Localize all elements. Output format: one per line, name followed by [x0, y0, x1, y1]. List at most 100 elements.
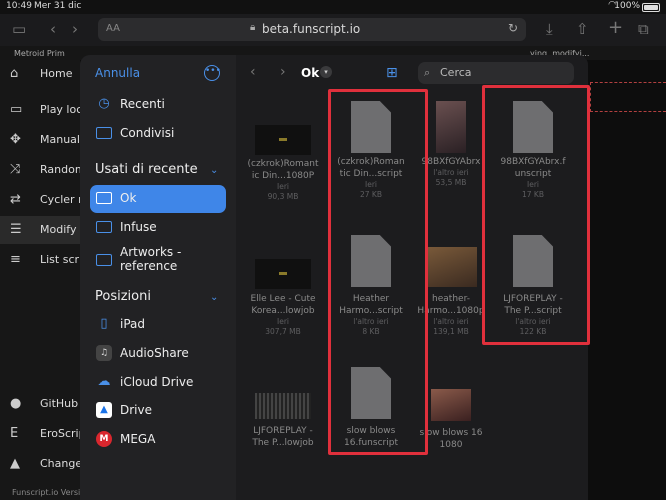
file-tile[interactable]: slow blows 16 1080 [406, 389, 496, 451]
video-thumbnail [425, 247, 477, 287]
file-tile[interactable]: slow blows 16.funscript [326, 367, 416, 449]
sidebar-toggle-icon[interactable]: ▭ [12, 20, 26, 38]
file-picker-sheet: Annulla ••• ◷ Recenti Condivisi Usati di… [80, 55, 588, 500]
new-tab-icon[interactable]: + [608, 17, 623, 38]
document-icon [351, 367, 391, 419]
ipad-icon: ▯ [100, 316, 108, 331]
list-icon: ≡ [10, 252, 21, 267]
reload-icon[interactable]: ↻ [508, 21, 518, 35]
file-tile[interactable]: LJFOREPLAY - The P...lowjob [238, 393, 328, 449]
back-icon[interactable]: ‹ [50, 20, 56, 38]
file-tile[interactable]: (czkrok)Roman tic Din...script Ieri 27 K… [326, 101, 416, 200]
google-drive-icon: ▲ [96, 402, 112, 418]
picker-sidebar: Annulla ••• ◷ Recenti Condivisi Usati di… [80, 55, 236, 500]
back-icon[interactable]: ‹ [250, 64, 256, 80]
tab-overview-icon[interactable]: ⧉ [638, 20, 649, 38]
status-time: 10:49 [6, 1, 32, 11]
tab-metroid[interactable]: Metroid Prim [14, 49, 65, 58]
nav-item-github[interactable]: ● GitHub r [0, 390, 86, 418]
repeat-icon: ⇄ [10, 192, 21, 207]
search-field[interactable]: ⌕ Cerca [418, 62, 574, 84]
file-tile[interactable]: LJFOREPLAY - The P...script l'altro ieri… [488, 235, 578, 337]
folder-title: Ok [301, 66, 320, 80]
share-icon[interactable]: ⇧ [576, 20, 589, 38]
nav-item-eroscripts[interactable]: E EroScrip [0, 420, 86, 448]
file-tile[interactable]: (czkrok)Romant ic Din...1080P Ieri 90,3 … [238, 125, 328, 202]
shuffle-icon: ⤨ [10, 162, 21, 177]
picker-browser: ‹ › Ok ▾ ⊞ ⌕ Cerca (czkrok)Romant ic Din… [236, 55, 588, 500]
lock-icon: 🔒︎ [250, 22, 256, 33]
file-tile[interactable]: Heather Harmo...script l'altro ieri 8 KB [326, 235, 416, 337]
document-icon [351, 235, 391, 287]
search-icon: ⌕ [424, 66, 431, 79]
audioshare-icon: ♫ [96, 345, 112, 361]
section-recent-title: Usati di recente [95, 162, 198, 177]
url-host: beta.funscript.io [262, 22, 361, 36]
location-ipad[interactable]: ▯ iPad [90, 311, 226, 339]
location-mega[interactable]: M MEGA [90, 426, 226, 454]
nav-item-modify[interactable]: ☰ Modify s [0, 216, 86, 244]
nav-item-manual[interactable]: ✥ Manual u [0, 126, 90, 154]
shared-folder-icon [96, 125, 112, 141]
folder-icon [96, 219, 112, 235]
location-icloud[interactable]: ☁ iCloud Drive [90, 369, 226, 397]
more-options-icon[interactable]: ••• [204, 65, 221, 81]
section-locations-title: Posizioni [95, 289, 151, 304]
forward-icon[interactable]: › [72, 20, 78, 38]
cancel-button[interactable]: Annulla [95, 66, 140, 80]
download-icon[interactable]: ⤓ [546, 20, 553, 38]
folder-icon [96, 252, 112, 268]
status-bar: 10:49 Mer 31 dic ◠ 100% [0, 0, 666, 14]
picker-item-artworks[interactable]: Artworks - reference [90, 243, 226, 277]
picker-item-ok[interactable]: Ok [90, 185, 226, 213]
github-icon: ● [10, 396, 22, 411]
picker-item-shared[interactable]: Condivisi [90, 120, 226, 148]
mega-icon: M [96, 431, 112, 447]
nav-item-cycler[interactable]: ⇄ Cycler m [0, 186, 89, 214]
eroscripts-icon: E [10, 426, 19, 441]
nav-item-random[interactable]: ⤨ Random [0, 156, 86, 184]
location-audioshare[interactable]: ♫ AudioShare [90, 340, 226, 368]
video-thumbnail [255, 393, 311, 419]
picker-item-infuse[interactable]: Infuse [90, 214, 226, 242]
chevron-down-icon[interactable]: ⌄ [210, 165, 218, 176]
document-icon [513, 101, 553, 153]
video-thumbnail [255, 125, 311, 155]
video-thumbnail [431, 389, 471, 421]
document-icon [351, 101, 391, 153]
address-bar[interactable]: AA 🔒︎ beta.funscript.io ↻ [98, 18, 526, 41]
status-date: Mer 31 dic [34, 1, 82, 11]
app-sidebar: ⌂ Home ▭ Play loca ✥ Manual u ⤨ Random ⇄… [0, 60, 99, 500]
drop-zone[interactable] [590, 82, 666, 112]
file-tile[interactable]: 98BXfGYAbrx l'altro ieri 53,5 MB [406, 101, 496, 188]
file-tile[interactable]: 98BXfGYAbrx.f unscript Ieri 17 KB [488, 101, 578, 200]
file-tile[interactable]: Elle Lee - Cute Korea...lowjob Ieri 307,… [238, 259, 328, 337]
nav-item-play-local[interactable]: ▭ Play loca [0, 96, 89, 124]
home-icon: ⌂ [10, 66, 19, 81]
search-placeholder: Cerca [440, 66, 472, 79]
chevron-down-icon[interactable]: ⌄ [210, 292, 218, 303]
browser-toolbar: ▭ ‹ › AA 🔒︎ beta.funscript.io ↻ ⤓ ⇧ + ⧉ [0, 14, 666, 46]
video-thumbnail [255, 259, 311, 289]
monitor-icon: ▭ [10, 102, 23, 117]
forward-icon[interactable]: › [280, 64, 286, 80]
icloud-icon: ☁ [97, 374, 111, 389]
location-drive[interactable]: ▲ Drive [90, 397, 226, 425]
folder-menu-chevron-icon[interactable]: ▾ [320, 66, 332, 78]
image-thumbnail [436, 101, 466, 153]
grid-view-icon[interactable]: ⊞ [386, 65, 398, 81]
reader-options-button[interactable]: AA [106, 23, 120, 34]
folder-icon [96, 190, 112, 206]
gamepad-icon: ✥ [10, 132, 21, 147]
changelog-icon: ▲ [10, 456, 20, 471]
nav-item-home[interactable]: ⌂ Home [0, 60, 80, 88]
clock-icon: ◷ [98, 96, 110, 111]
nav-item-list-scripts[interactable]: ≡ List scrip [0, 246, 89, 274]
picker-item-recents[interactable]: ◷ Recenti [90, 91, 226, 119]
sliders-icon: ☰ [10, 222, 22, 237]
file-tile[interactable]: heather- Harmo...1080p l'altro ieri 139,… [406, 247, 496, 337]
battery-percent: 100% [614, 1, 640, 11]
nav-item-changelog[interactable]: ▲ Changelog [0, 450, 99, 478]
document-icon [513, 235, 553, 287]
battery-icon [642, 3, 660, 12]
